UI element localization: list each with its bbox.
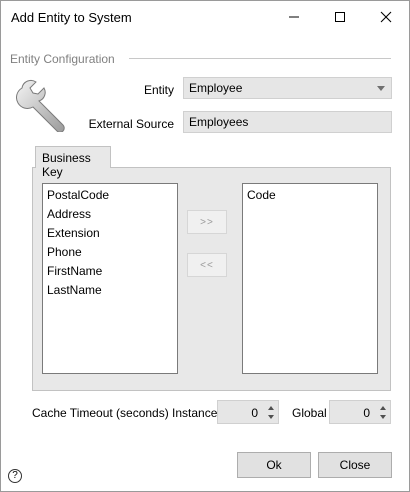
- list-item[interactable]: Address: [47, 206, 177, 225]
- maximize-icon: [335, 11, 345, 22]
- spin-up-icon[interactable]: [268, 406, 274, 410]
- ok-button[interactable]: Ok: [237, 452, 311, 478]
- section-divider: [129, 58, 391, 59]
- remove-from-key-button[interactable]: <<: [187, 253, 227, 277]
- external-source-label: External Source: [88, 117, 174, 131]
- global-label: Global: [292, 406, 327, 420]
- chevron-down-icon: [377, 86, 385, 91]
- list-item[interactable]: Extension: [47, 225, 177, 244]
- entity-label: Entity: [143, 83, 174, 97]
- help-icon[interactable]: ?: [8, 469, 22, 483]
- global-value: 0: [363, 406, 370, 420]
- spin-down-icon[interactable]: [268, 415, 274, 419]
- window-title: Add Entity to System: [11, 10, 132, 25]
- maximize-button[interactable]: [317, 1, 363, 32]
- section-label-entity-configuration: Entity Configuration: [10, 52, 115, 66]
- instance-stepper[interactable]: 0: [217, 400, 279, 424]
- spin-up-icon[interactable]: [380, 406, 386, 410]
- entity-select-value: Employee: [189, 81, 243, 95]
- close-icon: [380, 11, 392, 22]
- external-source-value: Employees: [189, 115, 249, 129]
- instance-label: Instance: [172, 406, 218, 420]
- list-item[interactable]: Code: [247, 187, 377, 206]
- minimize-button[interactable]: [271, 1, 317, 32]
- list-item[interactable]: PostalCode: [47, 187, 177, 206]
- add-to-key-button[interactable]: >>: [187, 210, 227, 234]
- close-button[interactable]: Close: [318, 452, 392, 478]
- available-fields-list[interactable]: PostalCode Address Extension Phone First…: [42, 183, 178, 374]
- list-item[interactable]: LastName: [47, 282, 177, 301]
- spin-down-icon[interactable]: [380, 415, 386, 419]
- title-bar[interactable]: Add Entity to System: [1, 1, 409, 32]
- instance-value: 0: [251, 406, 258, 420]
- global-stepper[interactable]: 0: [329, 400, 391, 424]
- selected-key-fields-list[interactable]: Code: [242, 183, 378, 374]
- close-window-button[interactable]: [363, 1, 409, 32]
- minimize-icon: [289, 16, 299, 17]
- tab-business-key[interactable]: Business Key: [35, 146, 111, 179]
- cache-timeout-label: Cache Timeout (seconds): [32, 406, 169, 420]
- list-item[interactable]: FirstName: [47, 263, 177, 282]
- entity-select[interactable]: Employee: [183, 77, 392, 99]
- list-item[interactable]: Phone: [47, 244, 177, 263]
- external-source-field[interactable]: Employees: [183, 111, 392, 133]
